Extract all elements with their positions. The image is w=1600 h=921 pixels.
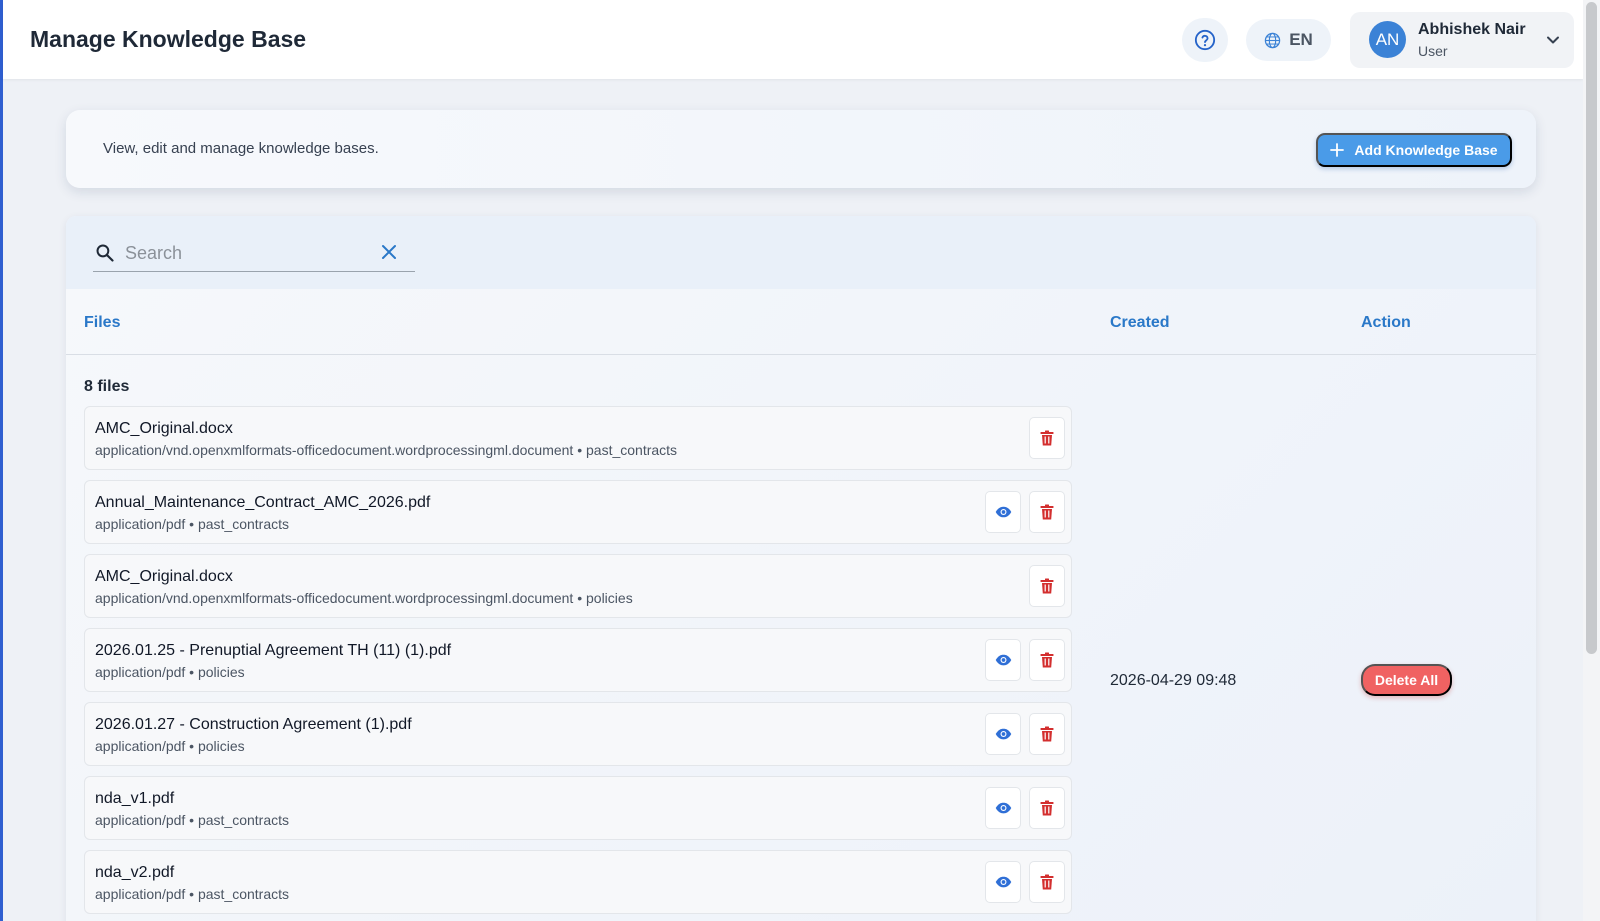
intro-description: View, edit and manage knowledge bases. bbox=[103, 140, 379, 157]
window-left-edge bbox=[0, 0, 3, 921]
file-meta: application/pdf • past_contracts bbox=[95, 812, 290, 828]
delete-file-button[interactable] bbox=[1029, 565, 1065, 607]
delete-file-button[interactable] bbox=[1029, 861, 1065, 903]
search-field bbox=[93, 236, 415, 272]
delete-all-button[interactable]: Delete All bbox=[1361, 664, 1452, 696]
file-name: Annual_Maintenance_Contract_AMC_2026.pdf bbox=[95, 494, 431, 511]
page-title: Manage Knowledge Base bbox=[30, 26, 307, 52]
globe-icon bbox=[1264, 32, 1281, 48]
intro-card: View, edit and manage knowledge bases. A… bbox=[66, 110, 1536, 188]
eye-icon bbox=[995, 728, 1011, 740]
view-file-button[interactable] bbox=[985, 713, 1021, 755]
file-name: AMC_Original.docx bbox=[95, 420, 233, 437]
file-row: nda_v2.pdf application/pdf • past_contra… bbox=[84, 850, 1072, 914]
eye-icon bbox=[995, 654, 1011, 666]
column-header-action: Action bbox=[1361, 314, 1411, 331]
column-header-created[interactable]: Created bbox=[1110, 314, 1170, 332]
chevron-down-icon bbox=[1547, 36, 1559, 44]
delete-file-button[interactable] bbox=[1029, 787, 1065, 829]
top-header: Manage Knowledge Base EN AN Abhishek Nai… bbox=[3, 0, 1583, 79]
file-row: 2026.01.25 - Prenuptial Agreement TH (11… bbox=[84, 628, 1072, 692]
search-bar bbox=[66, 216, 1536, 289]
file-name: AMC_Original.docx bbox=[95, 568, 233, 585]
language-label: EN bbox=[1289, 30, 1313, 49]
plus-icon bbox=[1330, 143, 1345, 157]
search-input[interactable] bbox=[125, 238, 375, 268]
trash-icon bbox=[1040, 430, 1054, 446]
eye-icon bbox=[995, 802, 1011, 814]
avatar: AN bbox=[1369, 21, 1406, 58]
eye-icon bbox=[995, 876, 1011, 888]
scrollbar[interactable] bbox=[1583, 0, 1600, 921]
file-name: 2026.01.25 - Prenuptial Agreement TH (11… bbox=[95, 642, 452, 659]
file-name: 2026.01.27 - Construction Agreement (1).… bbox=[95, 716, 412, 733]
view-file-button[interactable] bbox=[985, 861, 1021, 903]
view-file-button[interactable] bbox=[985, 639, 1021, 681]
trash-icon bbox=[1040, 874, 1054, 890]
knowledge-base-table: Files Created Action 8 files AMC_Origina… bbox=[66, 216, 1536, 921]
add-knowledge-base-label: Add Knowledge Base bbox=[1354, 142, 1498, 158]
file-row: AMC_Original.docx application/vnd.openxm… bbox=[84, 406, 1072, 470]
file-row: Annual_Maintenance_Contract_AMC_2026.pdf… bbox=[84, 480, 1072, 544]
eye-icon bbox=[995, 506, 1011, 518]
file-meta: application/pdf • policies bbox=[95, 664, 245, 680]
delete-file-button[interactable] bbox=[1029, 639, 1065, 681]
files-count: 8 files bbox=[84, 378, 130, 395]
delete-file-button[interactable] bbox=[1029, 491, 1065, 533]
view-file-button[interactable] bbox=[985, 787, 1021, 829]
file-row: nda_v1.pdf application/pdf • past_contra… bbox=[84, 776, 1072, 840]
help-button[interactable] bbox=[1182, 18, 1228, 62]
column-header-files[interactable]: Files bbox=[84, 314, 120, 332]
file-name: nda_v1.pdf bbox=[95, 790, 175, 807]
language-selector[interactable]: EN bbox=[1246, 19, 1331, 61]
file-row: 2026.01.27 - Construction Agreement (1).… bbox=[84, 702, 1072, 766]
file-meta: application/pdf • past_contracts bbox=[95, 886, 290, 902]
trash-icon bbox=[1040, 504, 1054, 520]
user-menu[interactable]: AN Abhishek Nair User bbox=[1350, 12, 1574, 68]
file-meta: application/pdf • policies bbox=[95, 738, 245, 754]
delete-file-button[interactable] bbox=[1029, 417, 1065, 459]
user-role: User bbox=[1418, 43, 1448, 59]
table-header: Files Created Action bbox=[66, 289, 1536, 355]
close-icon[interactable] bbox=[381, 244, 397, 260]
user-name: Abhishek Nair bbox=[1418, 21, 1526, 38]
add-knowledge-base-button[interactable]: Add Knowledge Base bbox=[1316, 133, 1512, 167]
view-file-button[interactable] bbox=[985, 491, 1021, 533]
trash-icon bbox=[1040, 800, 1054, 816]
trash-icon bbox=[1040, 578, 1054, 594]
file-meta: application/pdf • past_contracts bbox=[95, 516, 290, 532]
file-name: nda_v2.pdf bbox=[95, 864, 175, 881]
created-timestamp: 2026-04-29 09:48 bbox=[1110, 672, 1237, 689]
file-list: AMC_Original.docx application/vnd.openxm… bbox=[84, 406, 1072, 921]
file-meta: application/vnd.openxmlformats-officedoc… bbox=[95, 590, 633, 606]
delete-file-button[interactable] bbox=[1029, 713, 1065, 755]
help-icon bbox=[1194, 29, 1216, 51]
file-row: AMC_Original.docx application/vnd.openxm… bbox=[84, 554, 1072, 618]
file-meta: application/vnd.openxmlformats-officedoc… bbox=[95, 442, 678, 458]
trash-icon bbox=[1040, 726, 1054, 742]
trash-icon bbox=[1040, 652, 1054, 668]
scrollbar-thumb[interactable] bbox=[1586, 2, 1597, 654]
search-icon bbox=[96, 244, 114, 262]
